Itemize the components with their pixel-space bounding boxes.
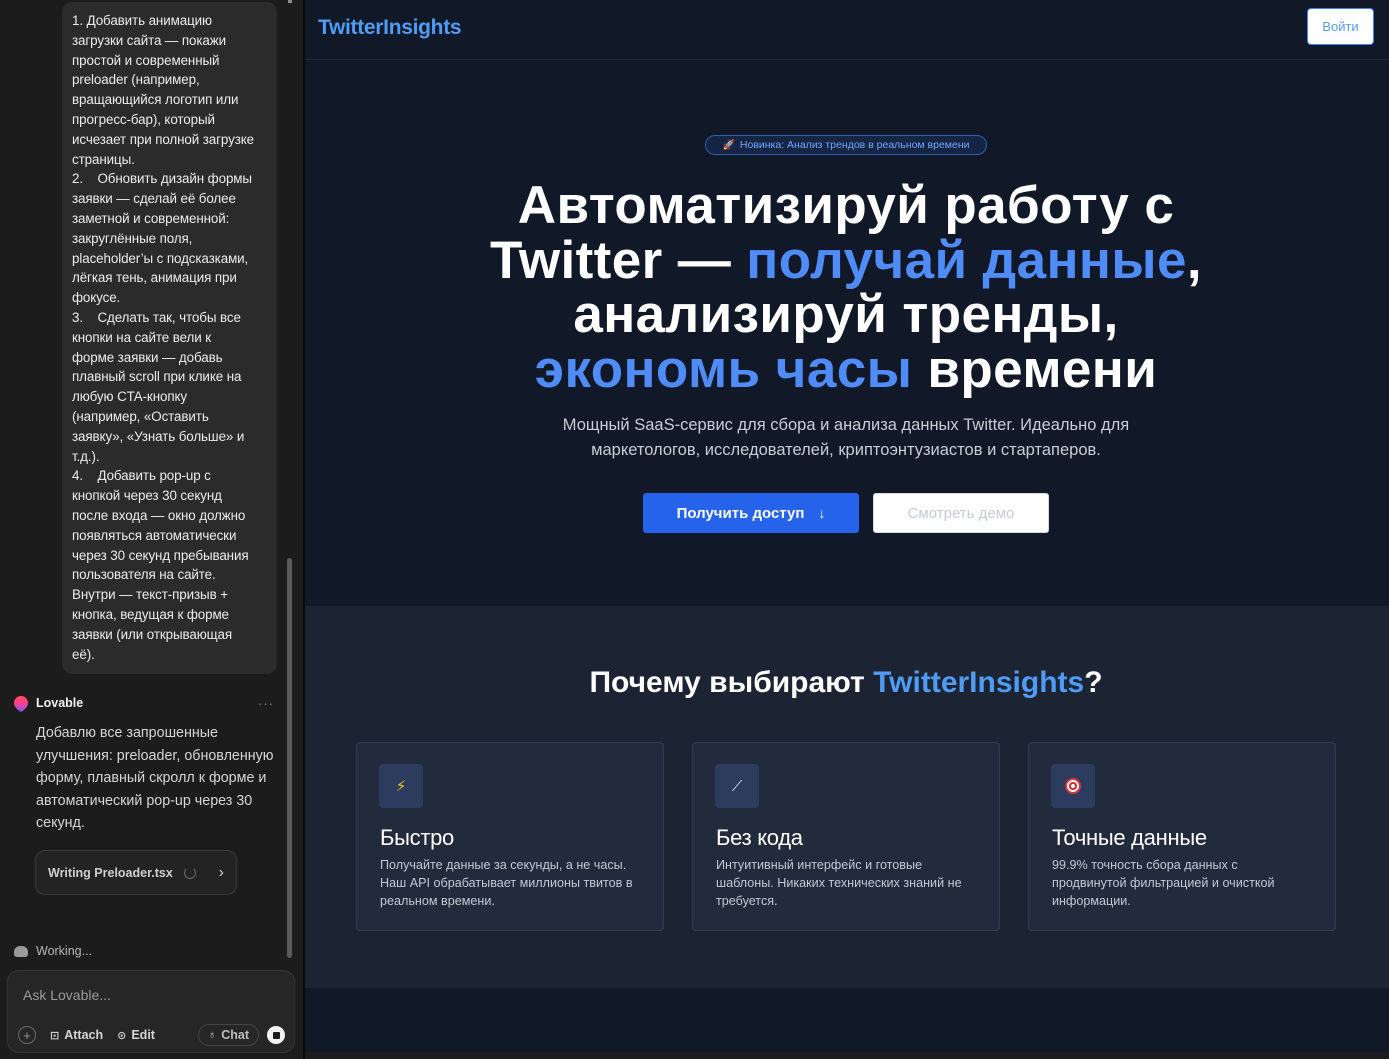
feature-icon-box: ⟋	[715, 764, 759, 808]
new-feature-badge: 🚀 Новинка: Анализ трендов в реальном вре…	[705, 135, 987, 155]
feature-description: Получайте данные за секунды, а не часы. …	[380, 858, 633, 908]
features-title-end: ?	[1084, 666, 1103, 699]
chat-scrollbar[interactable]	[287, 558, 292, 958]
preview-bottom-edge	[303, 1052, 1389, 1059]
hero-title-line1: Автоматизируй работу с	[517, 176, 1175, 235]
features-title-brand: TwitterInsights	[873, 666, 1085, 699]
hero-title-comma: ,	[1186, 230, 1202, 290]
attach-label: Attach	[64, 1028, 104, 1042]
features-title-text: Почему выбирают	[589, 666, 874, 699]
brand-logo[interactable]: TwitterInsights	[318, 16, 462, 40]
attach-button[interactable]: ⊡ Attach	[50, 1028, 103, 1042]
hero-subtitle: Мощный SaaS-сервис для сбора и анализа д…	[562, 416, 1130, 459]
feature-description: 99.9% точность сбора данных с продвинуто…	[1052, 858, 1275, 908]
lightning-icon: ⚡	[395, 778, 407, 795]
lovable-logo	[11, 693, 31, 713]
get-access-label: Получить доступ	[676, 504, 805, 522]
feature-card-no-code: ⟋ Без кода Интуитивный интерфейс и готов…	[692, 742, 1000, 931]
ask-input[interactable]: Ask Lovable...	[23, 987, 111, 1003]
file-chip-label: Writing Preloader.tsx	[48, 865, 173, 880]
chat-panel: 1. Добавить анимацию загрузки сайта — по…	[0, 0, 303, 1059]
cloud-icon	[14, 945, 28, 957]
feature-card-accurate-data: Точные данные 99.9% точность сбора данны…	[1028, 742, 1336, 931]
features-section: Почему выбирают TwitterInsights? ⚡ Быстр…	[303, 606, 1389, 988]
edit-label: Edit	[131, 1028, 155, 1042]
badge-text: Новинка: Анализ трендов в реальном време…	[739, 139, 970, 151]
feature-title: Быстро	[380, 825, 454, 850]
chat-mode-toggle[interactable]: ♁ Chat	[197, 1024, 259, 1046]
next-section	[303, 988, 1389, 1059]
site-preview: TwitterInsights Войти 🚀 Новинка: Анализ …	[303, 0, 1389, 1059]
feature-title: Без кода	[716, 825, 803, 850]
attach-icon: ⊡	[50, 1029, 60, 1042]
site-navbar: TwitterInsights Войти	[303, 0, 1389, 60]
target-icon	[1065, 778, 1081, 794]
feature-card-fast: ⚡ Быстро Получайте данные за секунды, а …	[356, 742, 664, 931]
arrow-down-icon: ↓	[818, 505, 826, 521]
plus-icon[interactable]: +	[18, 1026, 36, 1044]
feature-description: Интуитивный интерфейс и готовые шаблоны.…	[716, 858, 962, 908]
stop-button[interactable]	[267, 1026, 285, 1044]
features-title: Почему выбирают TwitterInsights?	[303, 666, 1389, 700]
feature-icon-box	[1051, 764, 1095, 808]
more-options-icon[interactable]: ···	[258, 696, 274, 711]
composer-toolbar: + ⊡ Attach ⊙ Edit ♁ Chat	[18, 1024, 285, 1046]
user-message-bubble: 1. Добавить анимацию загрузки сайта — по…	[62, 2, 277, 674]
chat-label: Chat	[221, 1028, 249, 1042]
hero-title-accent-1: получай данные	[746, 230, 1187, 290]
get-access-button[interactable]: Получить доступ ↓	[643, 493, 859, 533]
bulb-icon: ♁	[207, 1029, 217, 1041]
assistant-name: Lovable	[36, 696, 84, 710]
watch-demo-button[interactable]: Смотреть демо	[873, 493, 1049, 533]
assistant-message: Добавлю все запрошенные улучшения: prelo…	[36, 725, 274, 831]
stop-icon	[272, 1031, 280, 1039]
edit-icon: ⊙	[117, 1029, 127, 1042]
login-button[interactable]: Войти	[1307, 8, 1374, 45]
chat-composer: Ask Lovable... + ⊡ Attach ⊙ Edit ♁ Chat	[7, 970, 295, 1053]
hero-title-accent-2: экономь часы	[534, 339, 913, 399]
chevron-right-icon: ›	[218, 863, 224, 881]
hero-title: Автоматизируй работу с Twitter — получай…	[303, 176, 1389, 399]
working-label: Working...	[36, 944, 93, 958]
rocket-icon: 🚀	[722, 139, 735, 151]
hero-title-line2: Twitter —	[490, 230, 747, 290]
file-progress-chip[interactable]: Writing Preloader.tsx ›	[35, 850, 237, 895]
spinner-icon	[183, 866, 196, 879]
hero-title-line3: анализируй тренды,	[573, 285, 1119, 344]
panel-divider[interactable]	[303, 0, 305, 1059]
user-message-text: 1. Добавить анимацию загрузки сайта — по…	[72, 13, 255, 662]
feature-icon-box: ⚡	[379, 764, 423, 808]
edit-button[interactable]: ⊙ Edit	[117, 1028, 155, 1042]
hero-section: 🚀 Новинка: Анализ трендов в реальном вре…	[303, 61, 1389, 606]
chat-history[interactable]: 1. Добавить анимацию загрузки сайта — по…	[0, 0, 295, 965]
hero-title-line4: времени	[912, 339, 1158, 399]
assistant-header: Lovable ···	[11, 693, 274, 713]
working-status: Working...	[14, 944, 92, 958]
magic-wand-icon: ⟋	[731, 777, 743, 795]
scroll-up-arrow[interactable]	[288, 0, 292, 3]
feature-title: Точные данные	[1052, 825, 1207, 850]
